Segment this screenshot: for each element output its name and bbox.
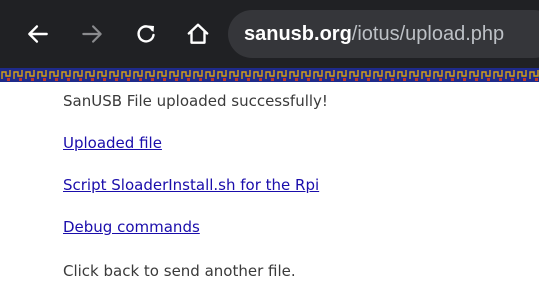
reload-icon — [134, 22, 158, 46]
forward-button[interactable] — [72, 14, 112, 54]
success-message: SanUSB File uploaded successfully! — [63, 92, 328, 110]
address-bar[interactable]: sanusb.org/iotus/upload.php — [228, 10, 539, 58]
home-icon — [185, 21, 211, 47]
reload-button[interactable] — [126, 14, 166, 54]
browser-toolbar: sanusb.org/iotus/upload.php — [0, 0, 539, 68]
uploaded-file-link[interactable]: Uploaded file — [63, 134, 162, 152]
url-host: sanusb.org — [244, 22, 352, 45]
home-button[interactable] — [178, 14, 218, 54]
url-path: /iotus/upload.php — [351, 22, 505, 45]
decorative-banner — [0, 68, 539, 82]
script-sloader-link[interactable]: Script SloaderInstall.sh for the Rpi — [63, 176, 319, 194]
back-arrow-icon — [25, 21, 51, 47]
forward-arrow-icon — [79, 21, 105, 47]
back-instruction: Click back to send another file. — [63, 262, 296, 280]
debug-commands-link[interactable]: Debug commands — [63, 218, 200, 236]
back-button[interactable] — [18, 14, 58, 54]
